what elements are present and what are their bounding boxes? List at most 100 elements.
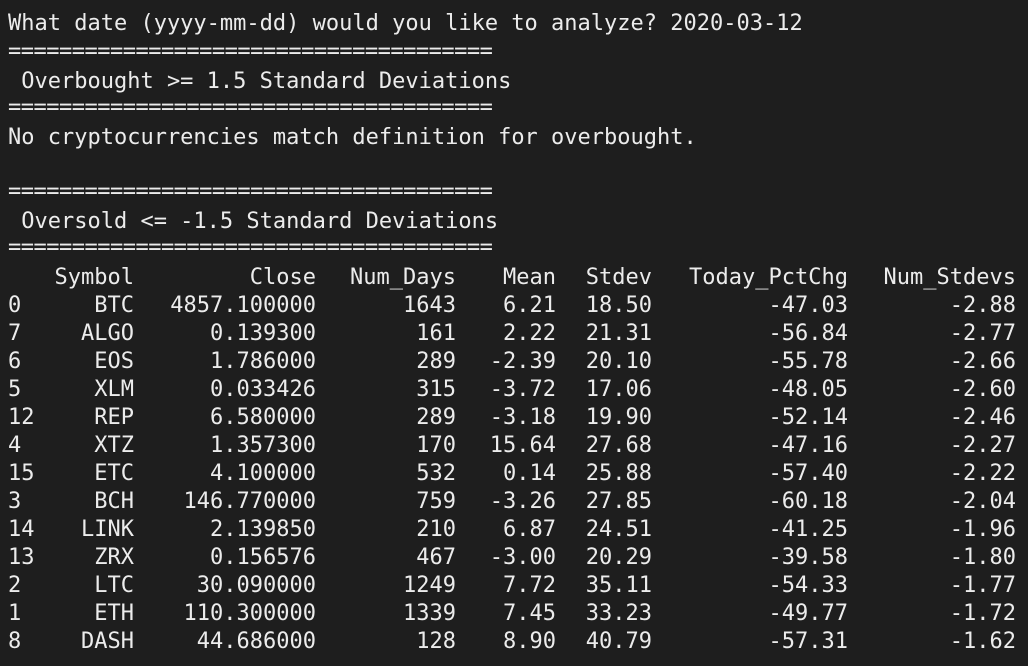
column-header-close: Close	[249, 265, 316, 290]
table-row: 3 BCH 146.770000 759 -3.26 27.85 -60.18 -2.04	[0, 488, 1028, 516]
cell-pct: -47.03	[768, 293, 848, 318]
cell-pct: -54.33	[768, 573, 848, 598]
cell-nstd: -1.96	[949, 517, 1016, 542]
cell-mean: -2.39	[489, 349, 556, 374]
separator: ======================================	[8, 240, 493, 256]
cell-symbol: ETH	[94, 601, 134, 626]
cell-pct: -52.14	[768, 405, 848, 430]
cell-days: 1249	[403, 573, 456, 598]
cell-stdev: 27.85	[585, 489, 652, 514]
cell-mean: 6.21	[503, 293, 556, 318]
cell-mean: -3.18	[489, 405, 556, 430]
cell-stdev: 21.31	[585, 321, 652, 346]
cell-mean: 2.22	[503, 321, 556, 346]
cell-symbol: ZRX	[94, 545, 134, 570]
cell-pct: -48.05	[768, 377, 848, 402]
cell-close: 0.033426	[210, 377, 316, 402]
cell-mean: 7.72	[503, 573, 556, 598]
cell-days: 759	[416, 489, 456, 514]
cell-mean: 7.45	[503, 601, 556, 626]
row-index: 0	[8, 293, 22, 318]
cell-close: 1.357300	[210, 433, 316, 458]
cell-nstd: -2.77	[949, 321, 1016, 346]
column-header-num-days: Num_Days	[350, 265, 456, 290]
cell-symbol: XTZ	[94, 433, 134, 458]
column-header-today-pctchg: Today_PctChg	[689, 265, 848, 290]
cell-stdev: 35.11	[585, 573, 652, 598]
cell-days: 467	[416, 545, 456, 570]
cell-nstd: -2.66	[949, 349, 1016, 374]
table-row: 2 LTC 30.090000 1249 7.72 35.11 -54.33 -1.77	[0, 572, 1028, 600]
cell-symbol: EOS	[94, 349, 134, 374]
cell-nstd: -2.04	[949, 489, 1016, 514]
cell-days: 315	[416, 377, 456, 402]
cell-mean: -3.26	[489, 489, 556, 514]
cell-nstd: -1.77	[949, 573, 1016, 598]
cell-days: 532	[416, 461, 456, 486]
cell-stdev: 20.29	[585, 545, 652, 570]
cell-symbol: ALGO	[81, 321, 134, 346]
column-header-mean: Mean	[503, 265, 556, 290]
table-row: 15 ETC 4.100000 532 0.14 25.88 -57.40 -2.22	[0, 460, 1028, 488]
cell-pct: -57.31	[768, 629, 848, 654]
row-index: 15	[8, 461, 35, 486]
cell-close: 30.090000	[196, 573, 316, 598]
cell-pct: -60.18	[768, 489, 848, 514]
cell-stdev: 19.90	[585, 405, 652, 430]
table-header: Symbol Close Num_Days Mean Stdev Today_PctChg…	[0, 264, 1028, 292]
cell-nstd: -1.62	[949, 629, 1016, 654]
cell-days: 1643	[403, 293, 456, 318]
row-index: 1	[8, 601, 22, 626]
date-prompt: What date (yyyy-mm-dd) would you like to…	[8, 11, 803, 36]
cell-pct: -39.58	[768, 545, 848, 570]
separator: ======================================	[8, 44, 493, 60]
cell-nstd: -2.22	[949, 461, 1016, 486]
column-header-num-stdevs: Num_Stdevs	[883, 265, 1016, 290]
table-row: 1 ETH 110.300000 1339 7.45 33.23 -49.77 -1.72	[0, 600, 1028, 628]
table-row: 14 LINK 2.139850 210 6.87 24.51 -41.25 -1.96	[0, 516, 1028, 544]
row-index: 7	[8, 321, 22, 346]
cell-close: 0.156576	[210, 545, 316, 570]
cell-symbol: BCH	[94, 489, 134, 514]
table-row: 13 ZRX 0.156576 467 -3.00 20.29 -39.58 -1.80	[0, 544, 1028, 572]
table-row: 4 XTZ 1.357300 170 15.64 27.68 -47.16 -2.27	[0, 432, 1028, 460]
cell-mean: -3.72	[489, 377, 556, 402]
row-index: 12	[8, 405, 35, 430]
row-index: 5	[8, 377, 22, 402]
row-index: 2	[8, 573, 22, 598]
cell-close: 2.139850	[210, 517, 316, 542]
cell-symbol: LTC	[94, 573, 134, 598]
cell-days: 161	[416, 321, 456, 346]
cell-symbol: BTC	[94, 293, 134, 318]
overbought-title: Overbought >= 1.5 Standard Deviations	[8, 69, 512, 94]
cell-symbol: ETC	[94, 461, 134, 486]
cell-days: 1339	[403, 601, 456, 626]
cell-close: 4857.100000	[170, 293, 316, 318]
row-index: 13	[8, 545, 35, 570]
cell-mean: 6.87	[503, 517, 556, 542]
terminal-window[interactable]: What date (yyyy-mm-dd) would you like to…	[0, 0, 1028, 666]
cell-close: 146.770000	[183, 489, 316, 514]
cell-nstd: -2.60	[949, 377, 1016, 402]
cell-stdev: 27.68	[585, 433, 652, 458]
table-row: 5 XLM 0.033426 315 -3.72 17.06 -48.05 -2.60	[0, 376, 1028, 404]
row-index: 4	[8, 433, 22, 458]
column-header-stdev: Stdev	[585, 265, 652, 290]
cell-stdev: 40.79	[585, 629, 652, 654]
table-row: 12 REP 6.580000 289 -3.18 19.90 -52.14 -2.46	[0, 404, 1028, 432]
oversold-title: Oversold <= -1.5 Standard Deviations	[8, 209, 499, 234]
cell-pct: -47.16	[768, 433, 848, 458]
cell-stdev: 33.23	[585, 601, 652, 626]
row-index: 14	[8, 517, 35, 542]
table-row: 0 BTC 4857.100000 1643 6.21 18.50 -47.03 -2.88	[0, 292, 1028, 320]
cell-close: 110.300000	[183, 601, 316, 626]
cell-mean: 0.14	[503, 461, 556, 486]
row-index: 8	[8, 629, 22, 654]
cell-nstd: -1.80	[949, 545, 1016, 570]
cell-pct: -49.77	[768, 601, 848, 626]
cell-stdev: 25.88	[585, 461, 652, 486]
cell-nstd: -2.46	[949, 405, 1016, 430]
cell-close: 6.580000	[210, 405, 316, 430]
row-index: 6	[8, 349, 22, 374]
cell-symbol: REP	[94, 405, 134, 430]
